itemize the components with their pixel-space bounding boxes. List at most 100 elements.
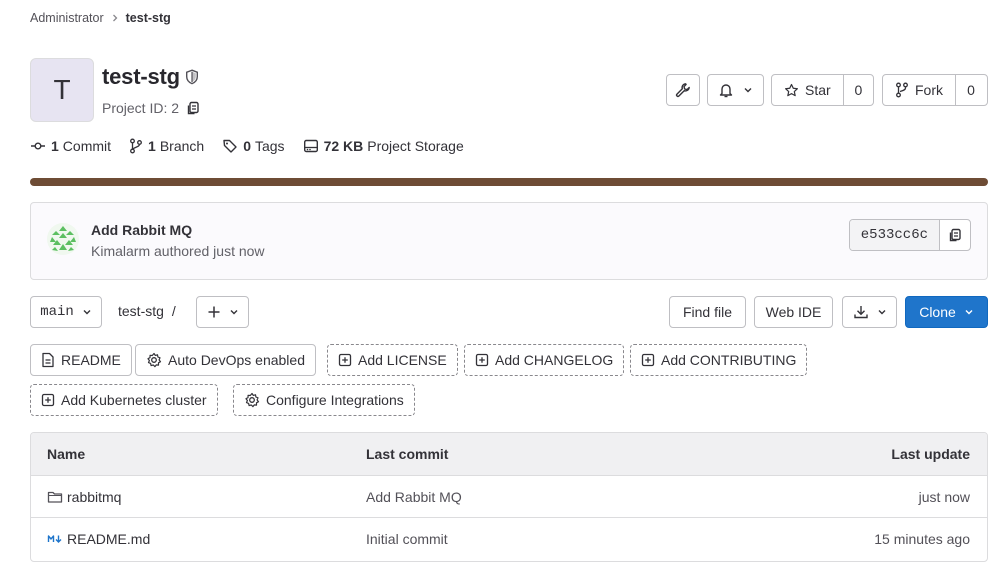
file-icon xyxy=(41,352,55,368)
repository-language-bar[interactable] xyxy=(30,178,988,186)
table-header: Name Last commit Last update xyxy=(31,433,987,476)
star-button[interactable]: Star xyxy=(772,75,844,105)
breadcrumb-parent-link[interactable]: Administrator xyxy=(30,11,104,25)
project-stats: 1 Commit 1 Branch 0 Tags 72 KB Project S… xyxy=(30,137,482,155)
star-count[interactable]: 0 xyxy=(844,75,873,105)
add-to-tree-dropdown[interactable] xyxy=(196,296,249,328)
plus-square-icon xyxy=(41,393,55,407)
project-id-text: Project ID: 2 xyxy=(102,100,180,116)
file-name-cell: README.md xyxy=(47,518,150,560)
last-update-time: 15 minutes ago xyxy=(874,531,970,547)
commit-icon xyxy=(30,138,51,154)
star-label: Star xyxy=(805,82,831,98)
configure-integrations-label: Configure Integrations xyxy=(266,392,404,408)
file-link[interactable]: rabbitmq xyxy=(67,489,121,505)
plus-square-icon xyxy=(338,353,352,367)
configure-integrations-button[interactable]: Configure Integrations xyxy=(233,384,415,416)
download-dropdown[interactable] xyxy=(842,296,897,328)
path-separator: / xyxy=(171,303,176,319)
tag-icon xyxy=(222,138,243,154)
chevron-down-icon xyxy=(82,307,92,317)
table-row[interactable]: README.md Initial commit 15 minutes ago xyxy=(31,518,987,560)
branches-label: Branch xyxy=(159,138,205,154)
bell-icon xyxy=(719,82,733,98)
wrench-icon xyxy=(675,82,691,98)
tags-label: Tags xyxy=(254,138,285,154)
column-header-last-commit: Last commit xyxy=(366,446,449,462)
last-commit-link[interactable]: Add Rabbit MQ xyxy=(366,476,462,517)
file-tree-table: Name Last commit Last update rabbitmq Ad… xyxy=(30,432,988,562)
clone-dropdown[interactable]: Clone xyxy=(905,296,988,328)
commit-meta: Kimalarm authored just now xyxy=(91,243,265,259)
chevron-down-icon xyxy=(877,307,887,317)
branch-selector[interactable]: main xyxy=(30,296,102,328)
shield-icon xyxy=(185,69,199,85)
star-icon xyxy=(784,83,799,98)
file-name-cell: rabbitmq xyxy=(47,476,121,517)
download-icon xyxy=(853,304,869,320)
star-button-group: Star 0 xyxy=(771,74,874,106)
storage-label: Project Storage xyxy=(367,138,464,154)
last-commit-panel: Add Rabbit MQ Kimalarm authored just now… xyxy=(30,202,988,280)
commits-link[interactable]: 1 Commit xyxy=(30,138,111,154)
branch-name: main xyxy=(40,304,74,320)
chevron-right-icon xyxy=(111,14,119,22)
breadcrumb-current-link[interactable]: test-stg xyxy=(126,11,171,25)
fork-button-group: Fork 0 xyxy=(882,74,988,106)
fork-icon xyxy=(895,82,909,98)
settings-icon xyxy=(244,392,260,408)
fork-button[interactable]: Fork xyxy=(883,75,956,105)
add-contributing-label: Add CONTRIBUTING xyxy=(661,352,797,368)
copy-icon xyxy=(947,227,963,243)
commits-label: Commit xyxy=(62,138,112,154)
markdown-icon xyxy=(47,531,63,547)
commits-count: 1 xyxy=(51,138,59,154)
last-commit-link[interactable]: Initial commit xyxy=(366,518,448,560)
notifications-dropdown[interactable] xyxy=(707,74,764,106)
chevron-down-icon xyxy=(229,307,239,317)
storage-size: 72 KB xyxy=(323,138,364,154)
add-changelog-button[interactable]: Add CHANGELOG xyxy=(464,344,625,376)
fork-count[interactable]: 0 xyxy=(956,75,986,105)
project-id: Project ID: 2 xyxy=(102,100,201,116)
readme-button[interactable]: README xyxy=(30,344,132,376)
repo-path: test-stg / xyxy=(118,303,176,319)
settings-button[interactable] xyxy=(666,74,700,106)
project-title: test-stg xyxy=(102,64,199,90)
plus-square-icon xyxy=(641,353,655,367)
fork-label: Fork xyxy=(915,82,943,98)
disk-icon xyxy=(303,138,324,154)
commit-sha-group: e533cc6c xyxy=(848,219,971,251)
author-avatar[interactable] xyxy=(47,223,79,255)
column-header-name: Name xyxy=(47,446,86,462)
web-ide-button[interactable]: Web IDE xyxy=(754,296,833,328)
branches-count: 1 xyxy=(148,138,156,154)
repo-path-root[interactable]: test-stg xyxy=(118,303,164,319)
commit-title[interactable]: Add Rabbit MQ xyxy=(91,222,192,238)
storage-link[interactable]: 72 KB Project Storage xyxy=(303,138,464,154)
commit-author[interactable]: Kimalarm xyxy=(91,243,150,259)
commit-sha[interactable]: e533cc6c xyxy=(849,220,940,250)
tags-link[interactable]: 0 Tags xyxy=(222,138,285,154)
breadcrumb: Administrator test-stg xyxy=(30,10,171,26)
table-row[interactable]: rabbitmq Add Rabbit MQ just now xyxy=(31,476,987,518)
column-header-last-update: Last update xyxy=(891,446,970,462)
add-kubernetes-cluster-button[interactable]: Add Kubernetes cluster xyxy=(30,384,218,416)
copy-icon[interactable] xyxy=(185,100,201,116)
branch-icon xyxy=(129,138,148,154)
chevron-down-icon xyxy=(743,85,753,95)
auto-devops-label: Auto DevOps enabled xyxy=(168,352,305,368)
add-license-label: Add LICENSE xyxy=(358,352,447,368)
branches-link[interactable]: 1 Branch xyxy=(129,138,204,154)
clone-label: Clone xyxy=(919,304,956,320)
auto-devops-button[interactable]: Auto DevOps enabled xyxy=(135,344,316,376)
readme-label: README xyxy=(61,352,121,368)
add-license-button[interactable]: Add LICENSE xyxy=(327,344,458,376)
add-contributing-button[interactable]: Add CONTRIBUTING xyxy=(630,344,808,376)
find-file-button[interactable]: Find file xyxy=(669,296,746,328)
project-avatar[interactable]: T xyxy=(30,58,94,122)
commit-meta-suffix: authored just now xyxy=(154,243,265,259)
plus-icon xyxy=(207,305,221,319)
file-link[interactable]: README.md xyxy=(67,531,150,547)
copy-sha-button[interactable] xyxy=(940,220,970,250)
